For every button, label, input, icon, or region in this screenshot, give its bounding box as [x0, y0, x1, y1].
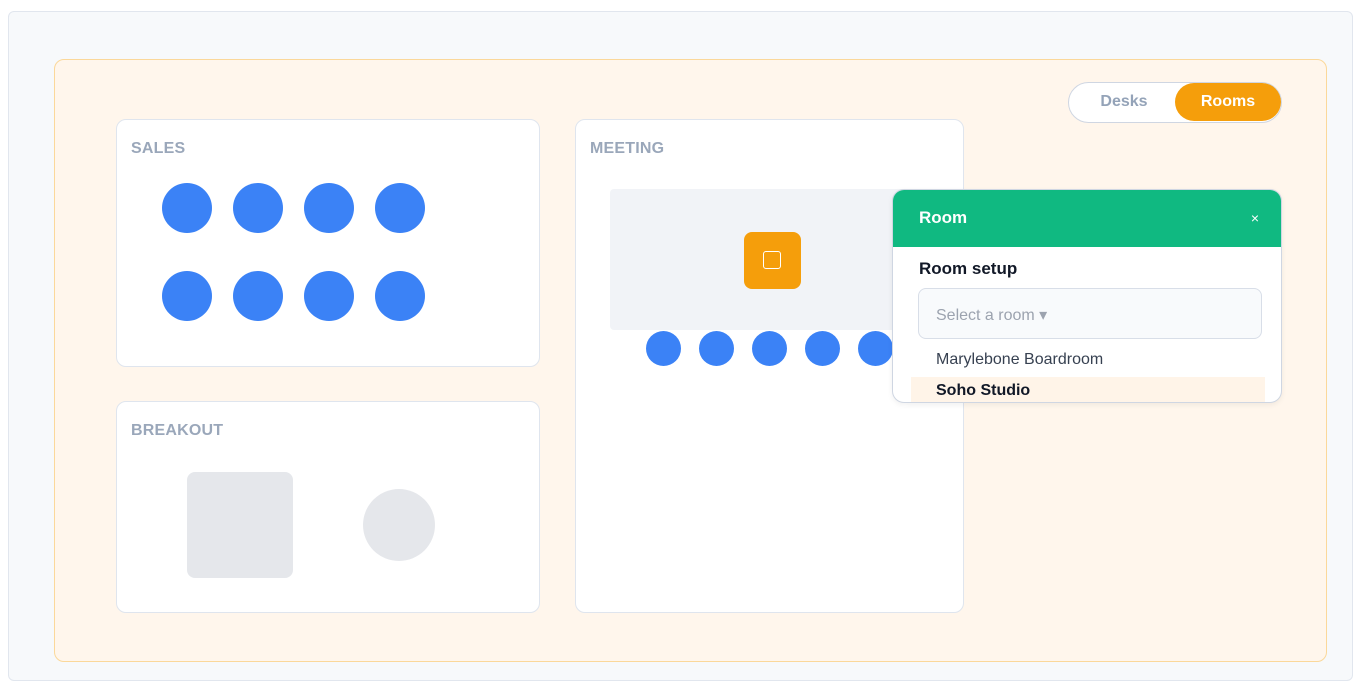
desk[interactable] — [304, 183, 354, 233]
select-placeholder: Select a room ▾ — [936, 307, 1048, 324]
popup-header: Room × — [893, 190, 1281, 247]
room-marker[interactable] — [744, 232, 801, 289]
room-option[interactable]: Marylebone Boardroom — [911, 346, 1265, 374]
room-setup-label: Room setup — [919, 259, 1018, 278]
desk[interactable] — [233, 271, 283, 321]
close-icon[interactable]: × — [1251, 210, 1259, 226]
zone-label: MEETING — [590, 140, 665, 157]
view-toggle: Desks Rooms — [1068, 82, 1282, 123]
desk[interactable] — [646, 331, 681, 366]
toggle-rooms[interactable]: Rooms — [1175, 83, 1281, 121]
desk[interactable] — [162, 271, 212, 321]
toggle-desks[interactable]: Desks — [1069, 83, 1179, 121]
desk[interactable] — [699, 331, 734, 366]
room-option-label: Soho Studio — [936, 382, 1031, 399]
room-select[interactable]: Select a room ▾ — [918, 288, 1262, 339]
desk[interactable] — [304, 271, 354, 321]
desk[interactable] — [805, 331, 840, 366]
room-option-label: Marylebone Boardroom — [936, 351, 1104, 368]
zone-sales: SALES — [116, 119, 540, 367]
zone-breakout: BREAKOUT — [116, 401, 540, 613]
popup-title: Room — [919, 208, 968, 227]
room-popup: Room × Room setup Select a room ▾ Maryle… — [892, 189, 1282, 403]
desk[interactable] — [233, 183, 283, 233]
desk[interactable] — [375, 183, 425, 233]
desk[interactable] — [375, 271, 425, 321]
breakout-square-pod — [187, 472, 293, 578]
breakout-round-pod — [363, 489, 435, 561]
desk[interactable] — [162, 183, 212, 233]
room-icon — [763, 251, 781, 269]
zone-label: BREAKOUT — [131, 422, 224, 439]
room-option-highlighted[interactable]: Soho Studio — [911, 377, 1265, 402]
desk[interactable] — [752, 331, 787, 366]
zone-label: SALES — [131, 140, 186, 157]
desk[interactable] — [858, 331, 893, 366]
